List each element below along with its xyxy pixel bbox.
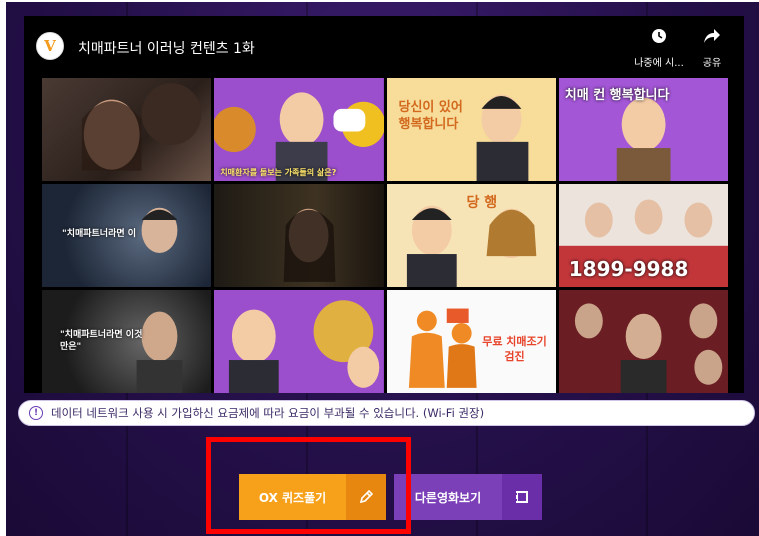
app-background: V 치매파트너 이러닝 컨텐츠 1화 나중에 시... 공유 치매환자를 돌보는… <box>6 2 759 536</box>
thumbnail-caption: 치매환자를 돌보는 가족들의 삶은? <box>220 168 337 177</box>
film-icon <box>502 474 542 520</box>
video-thumbnail-grid: 치매환자를 돌보는 가족들의 삶은? 당신이 있어 행복합니다 치매 컨 행복합… <box>42 78 728 393</box>
thumbnail-caption: "치매파트너라면 이 <box>62 229 137 239</box>
thumbnail-caption: 치매 컨 행복합니다 <box>564 88 670 103</box>
share-button[interactable]: 공유 <box>687 28 737 69</box>
other-video-button[interactable]: 다른영화보기 <box>394 474 542 520</box>
thumbnail-tile[interactable]: 치매 컨 행복합니다 <box>558 78 728 181</box>
clock-icon <box>624 28 694 50</box>
audience-image <box>558 290 728 393</box>
ox-quiz-button[interactable]: OX 퀴즈풀기 <box>239 474 386 520</box>
thumbnail-tile[interactable] <box>214 184 384 287</box>
data-usage-notice: ! 데이터 네트워크 사용 시 가입하신 요금제에 따라 요금이 부과될 수 있… <box>18 400 755 426</box>
pencil-icon <box>346 474 386 520</box>
thumbnail-caption: 1899-9988 <box>568 257 689 281</box>
woman-portrait-image <box>283 208 336 282</box>
channel-logo-mark: V <box>44 37 56 55</box>
channel-logo[interactable]: V <box>36 32 64 60</box>
woman-drama-image <box>81 83 202 171</box>
thumbnail-tile[interactable]: 당신이 있어 행복합니다 <box>386 78 556 181</box>
cartoon-men-image <box>214 290 384 393</box>
thumbnail-tile[interactable]: 1899-9988 <box>558 184 728 287</box>
share-label: 공유 <box>702 58 722 69</box>
player-top-bar: V 치매파트너 이러닝 컨텐츠 1화 나중에 시... 공유 <box>24 16 744 78</box>
thumbnail-caption: 당신이 있어 행복합니다 <box>398 100 463 132</box>
video-title[interactable]: 치매파트너 이러닝 컨텐츠 1화 <box>78 38 255 58</box>
share-icon <box>687 28 737 50</box>
thumbnail-caption: 무료 치매조기검진 <box>482 335 547 364</box>
thumbnail-tile[interactable]: "치매파트너라면 이 <box>42 184 212 287</box>
thumbnail-tile[interactable] <box>214 290 384 393</box>
alert-icon: ! <box>29 406 43 420</box>
cartoon-man-image <box>214 78 384 181</box>
video-player[interactable]: V 치매파트너 이러닝 컨텐츠 1화 나중에 시... 공유 치매환자를 돌보는… <box>24 16 744 393</box>
thumbnail-caption: "치매파트너라면 이것만은" <box>60 330 143 352</box>
notice-text: 데이터 네트워크 사용 시 가입하신 요금제에 따라 요금이 부과될 수 있습니… <box>51 406 485 420</box>
thumbnail-tile[interactable] <box>42 78 212 181</box>
thumbnail-tile[interactable]: 무료 치매조기검진 <box>386 290 556 393</box>
watch-later-label: 나중에 시... <box>634 58 684 69</box>
other-video-label: 다른영화보기 <box>414 490 482 505</box>
thumbnail-tile[interactable] <box>558 290 728 393</box>
thumbnail-tile[interactable]: 치매환자를 돌보는 가족들의 삶은? <box>214 78 384 181</box>
thumbnail-caption: 당 행 <box>466 195 498 211</box>
watch-later-button[interactable]: 나중에 시... <box>624 28 694 69</box>
ox-quiz-label: OX 퀴즈풀기 <box>258 490 327 505</box>
thumbnail-tile[interactable]: "치매파트너라면 이것만은" <box>42 290 212 393</box>
thumbnail-tile[interactable]: 당 행 <box>386 184 556 287</box>
